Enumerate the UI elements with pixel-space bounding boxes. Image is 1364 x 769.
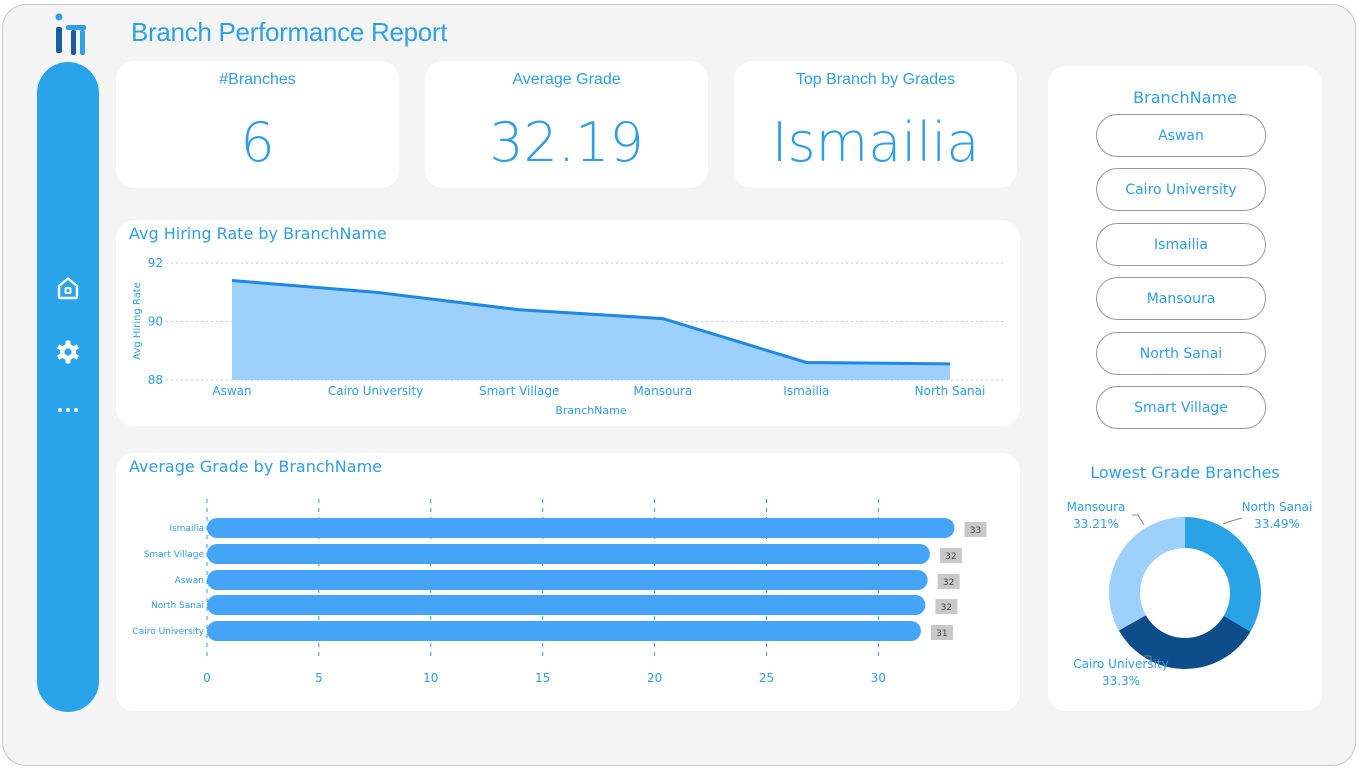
- y-tick-label: Ismailia: [169, 524, 204, 534]
- y-tick-label: Smart Village: [144, 550, 205, 560]
- y-tick-label: North Sanai: [151, 601, 204, 611]
- bar: [207, 570, 928, 590]
- kpi-label: Average Grade: [512, 71, 621, 88]
- x-tick-label: Aswan: [212, 384, 251, 398]
- bar: [207, 621, 921, 641]
- data-label: 33: [970, 526, 981, 536]
- slicer-item-north-sanai[interactable]: North Sanai: [1096, 332, 1266, 375]
- x-tick-label: North Sanai: [915, 384, 986, 398]
- report-canvas: Branch Performance Report #Branches 6 Av…: [2, 4, 1356, 766]
- y-tick-label: Aswan: [175, 576, 204, 586]
- x-axis-title: BranchName: [555, 404, 626, 417]
- x-tick-label: Cairo University: [328, 384, 423, 398]
- more-icon[interactable]: [54, 396, 82, 424]
- leader-line: [1132, 514, 1145, 526]
- slice-value-label: 33.49%: [1254, 517, 1300, 531]
- slice-label: North Sanai: [1242, 500, 1313, 514]
- slicer-item-aswan[interactable]: Aswan: [1096, 114, 1266, 157]
- kpi-card-top-branch: Top Branch by Grades Ismailia: [734, 61, 1017, 188]
- y-tick-label: 90: [148, 315, 163, 329]
- data-label: 32: [941, 603, 952, 613]
- slicer-item-mansoura[interactable]: Mansoura: [1096, 277, 1266, 320]
- kpi-value: Ismailia: [771, 111, 980, 174]
- area-fill: [232, 280, 950, 380]
- lowest-grade-donut-chart: North Sanai 33.49% Cairo University 33.3% Ma…: [1067, 500, 1313, 688]
- x-tick-label: 5: [315, 671, 323, 685]
- kpi-value: 32.19: [489, 111, 644, 174]
- kpi-label: Top Branch by Grades: [795, 71, 956, 88]
- average-grade-bar-chart: 0 5 10 15 20 25 30 Ismailia 33 Smart Village 32 Asw…: [132, 499, 987, 685]
- x-tick-label: Mansoura: [633, 384, 692, 398]
- page-title: Branch Performance Report: [131, 17, 448, 47]
- kpi-card-average-grade: Average Grade 32.19: [425, 61, 708, 188]
- gear-icon[interactable]: [54, 338, 82, 366]
- slice-value-label: 33.3%: [1102, 674, 1140, 688]
- average-grade-chart-card: Average Grade by BranchName 0 5 10 15 20 25 30…: [116, 453, 1020, 711]
- slicer-item-cairo-university[interactable]: Cairo University: [1096, 168, 1266, 211]
- bar: [207, 518, 955, 538]
- donut-title: Lowest Grade Branches: [1090, 463, 1280, 482]
- x-tick-label: 25: [759, 671, 774, 685]
- y-tick-label: Cairo University: [132, 627, 204, 637]
- y-tick-label: 88: [148, 373, 163, 387]
- data-label: 31: [936, 629, 947, 639]
- slicer-item-ismailia[interactable]: Ismailia: [1096, 223, 1266, 266]
- kpi-value: 6: [240, 111, 275, 174]
- bar: [207, 544, 930, 564]
- slice-label: Mansoura: [1067, 500, 1126, 514]
- hiring-rate-area-chart: 88 90 92 Aswan Cairo University Smart Village…: [132, 256, 1004, 417]
- x-tick-label: 30: [871, 671, 886, 685]
- donut-slice: [1185, 517, 1261, 632]
- slice-label: Cairo University: [1073, 657, 1168, 671]
- sidebar: [37, 62, 99, 712]
- home-icon[interactable]: [54, 274, 82, 302]
- x-tick-label: 10: [423, 671, 438, 685]
- bar: [207, 595, 926, 615]
- kpi-card-branches: #Branches 6: [116, 61, 399, 188]
- data-label: 32: [943, 578, 954, 588]
- y-axis-title: Avg Hiring Rate: [132, 282, 143, 360]
- x-tick-label: Ismailia: [783, 384, 829, 398]
- y-tick-label: 92: [148, 256, 163, 270]
- branch-slicer-panel: BranchName Aswan Cairo University Ismail…: [1048, 66, 1322, 711]
- x-tick-label: 0: [203, 671, 211, 685]
- slice-value-label: 33.21%: [1073, 517, 1119, 531]
- x-tick-label: 15: [535, 671, 550, 685]
- hiring-rate-chart-card: Avg Hiring Rate by BranchName 88 90 92 Aswa…: [116, 220, 1020, 426]
- iti-logo: [55, 13, 86, 55]
- data-label: 32: [945, 552, 956, 562]
- slicer-item-smart-village[interactable]: Smart Village: [1096, 386, 1266, 429]
- donut-slice: [1109, 517, 1185, 631]
- leader-line: [1222, 517, 1243, 525]
- x-tick-label: 20: [647, 671, 662, 685]
- kpi-label: #Branches: [219, 71, 296, 88]
- x-tick-label: Smart Village: [479, 384, 559, 398]
- slicer-title: BranchName: [1133, 88, 1237, 107]
